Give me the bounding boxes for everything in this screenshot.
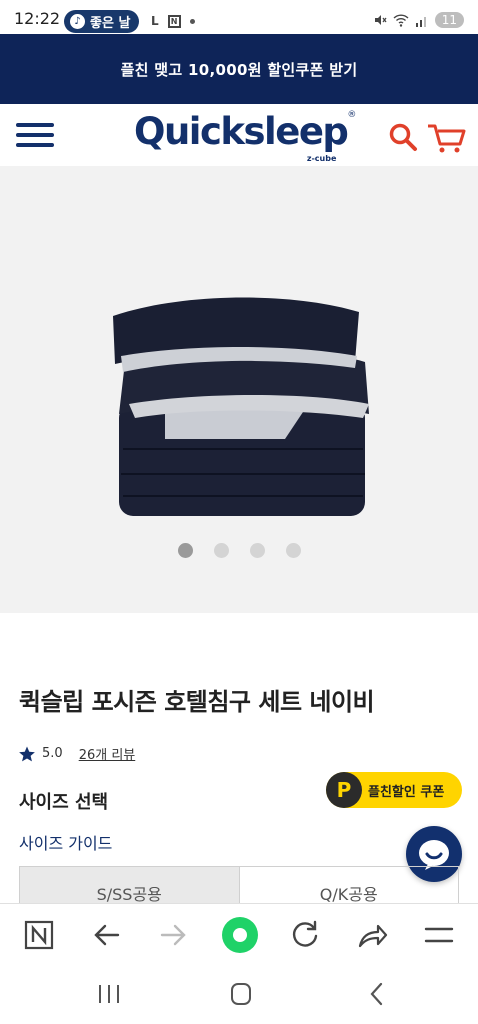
media-pill[interactable]: ♪ 좋은 날 [64,10,140,33]
notification-icons: L N [151,14,195,28]
search-icon[interactable] [388,122,418,152]
recent-apps-icon[interactable] [94,981,124,1007]
size-guide-link[interactable]: 사이즈 가이드 [19,830,112,854]
promo-banner[interactable]: 플친 맺고 10,000원 할인쿠폰 받기 [0,34,478,104]
gallery-dot[interactable] [286,543,301,558]
menu-icon[interactable] [16,121,54,149]
coupon-p-icon: P [326,772,362,808]
music-note-icon: ♪ [70,14,85,29]
gallery-dot[interactable] [250,543,265,558]
status-bar: 12:22 ♪ 좋은 날 L N 11 [0,0,478,34]
product-title: 퀵슬립 포시즌 호텔침구 세트 네이비 [19,688,375,716]
back-arrow-icon[interactable] [90,918,124,952]
more-notifications-dot [189,18,195,24]
forward-arrow-icon[interactable] [156,918,190,952]
star-icon [19,746,35,761]
line-app-icon: L [151,14,159,28]
product-image [113,297,369,516]
browser-menu-icon[interactable] [422,918,456,952]
home-icon[interactable] [226,981,256,1007]
logo-registered-mark: ® [347,110,357,120]
wifi-icon [393,13,409,27]
size-select-heading: 사이즈 선택 [19,792,109,813]
brand-logo[interactable]: Quicksleep® z-cube [134,110,357,163]
promo-banner-text: 플친 맺고 10,000원 할인쿠폰 받기 [120,60,358,79]
battery-level: 11 [434,12,464,28]
product-rating: 5.0 26개 리뷰 [18,744,135,763]
browser-toolbar [0,903,478,965]
coupon-button[interactable]: P 플친할인 쿠폰 [326,772,462,808]
site-header: Quicksleep® z-cube [0,104,478,166]
rating-value: 5.0 [42,746,63,761]
share-icon[interactable] [355,918,389,952]
product-gallery[interactable] [0,166,478,613]
review-count-link[interactable]: 26개 리뷰 [79,744,136,763]
green-dot-icon[interactable] [221,916,259,954]
cart-icon[interactable] [426,122,466,154]
gallery-pagination [178,543,301,558]
logo-text: Quicksleep [134,110,349,153]
status-time: 12:22 [14,9,61,28]
coupon-label: 플친할인 쿠폰 [368,784,445,800]
naver-app-icon: N [167,14,181,28]
gallery-dot[interactable] [214,543,229,558]
back-icon[interactable] [362,981,392,1007]
media-pill-label: 좋은 날 [90,16,131,31]
logo-subtitle: z-cube [306,154,337,163]
refresh-icon[interactable] [288,918,322,952]
mute-icon [374,15,387,25]
naver-home-icon[interactable] [22,918,56,952]
signal-icon [415,16,426,27]
system-status: 11 [373,12,464,28]
system-nav-bar [0,965,478,1024]
gallery-dot[interactable] [178,543,193,558]
